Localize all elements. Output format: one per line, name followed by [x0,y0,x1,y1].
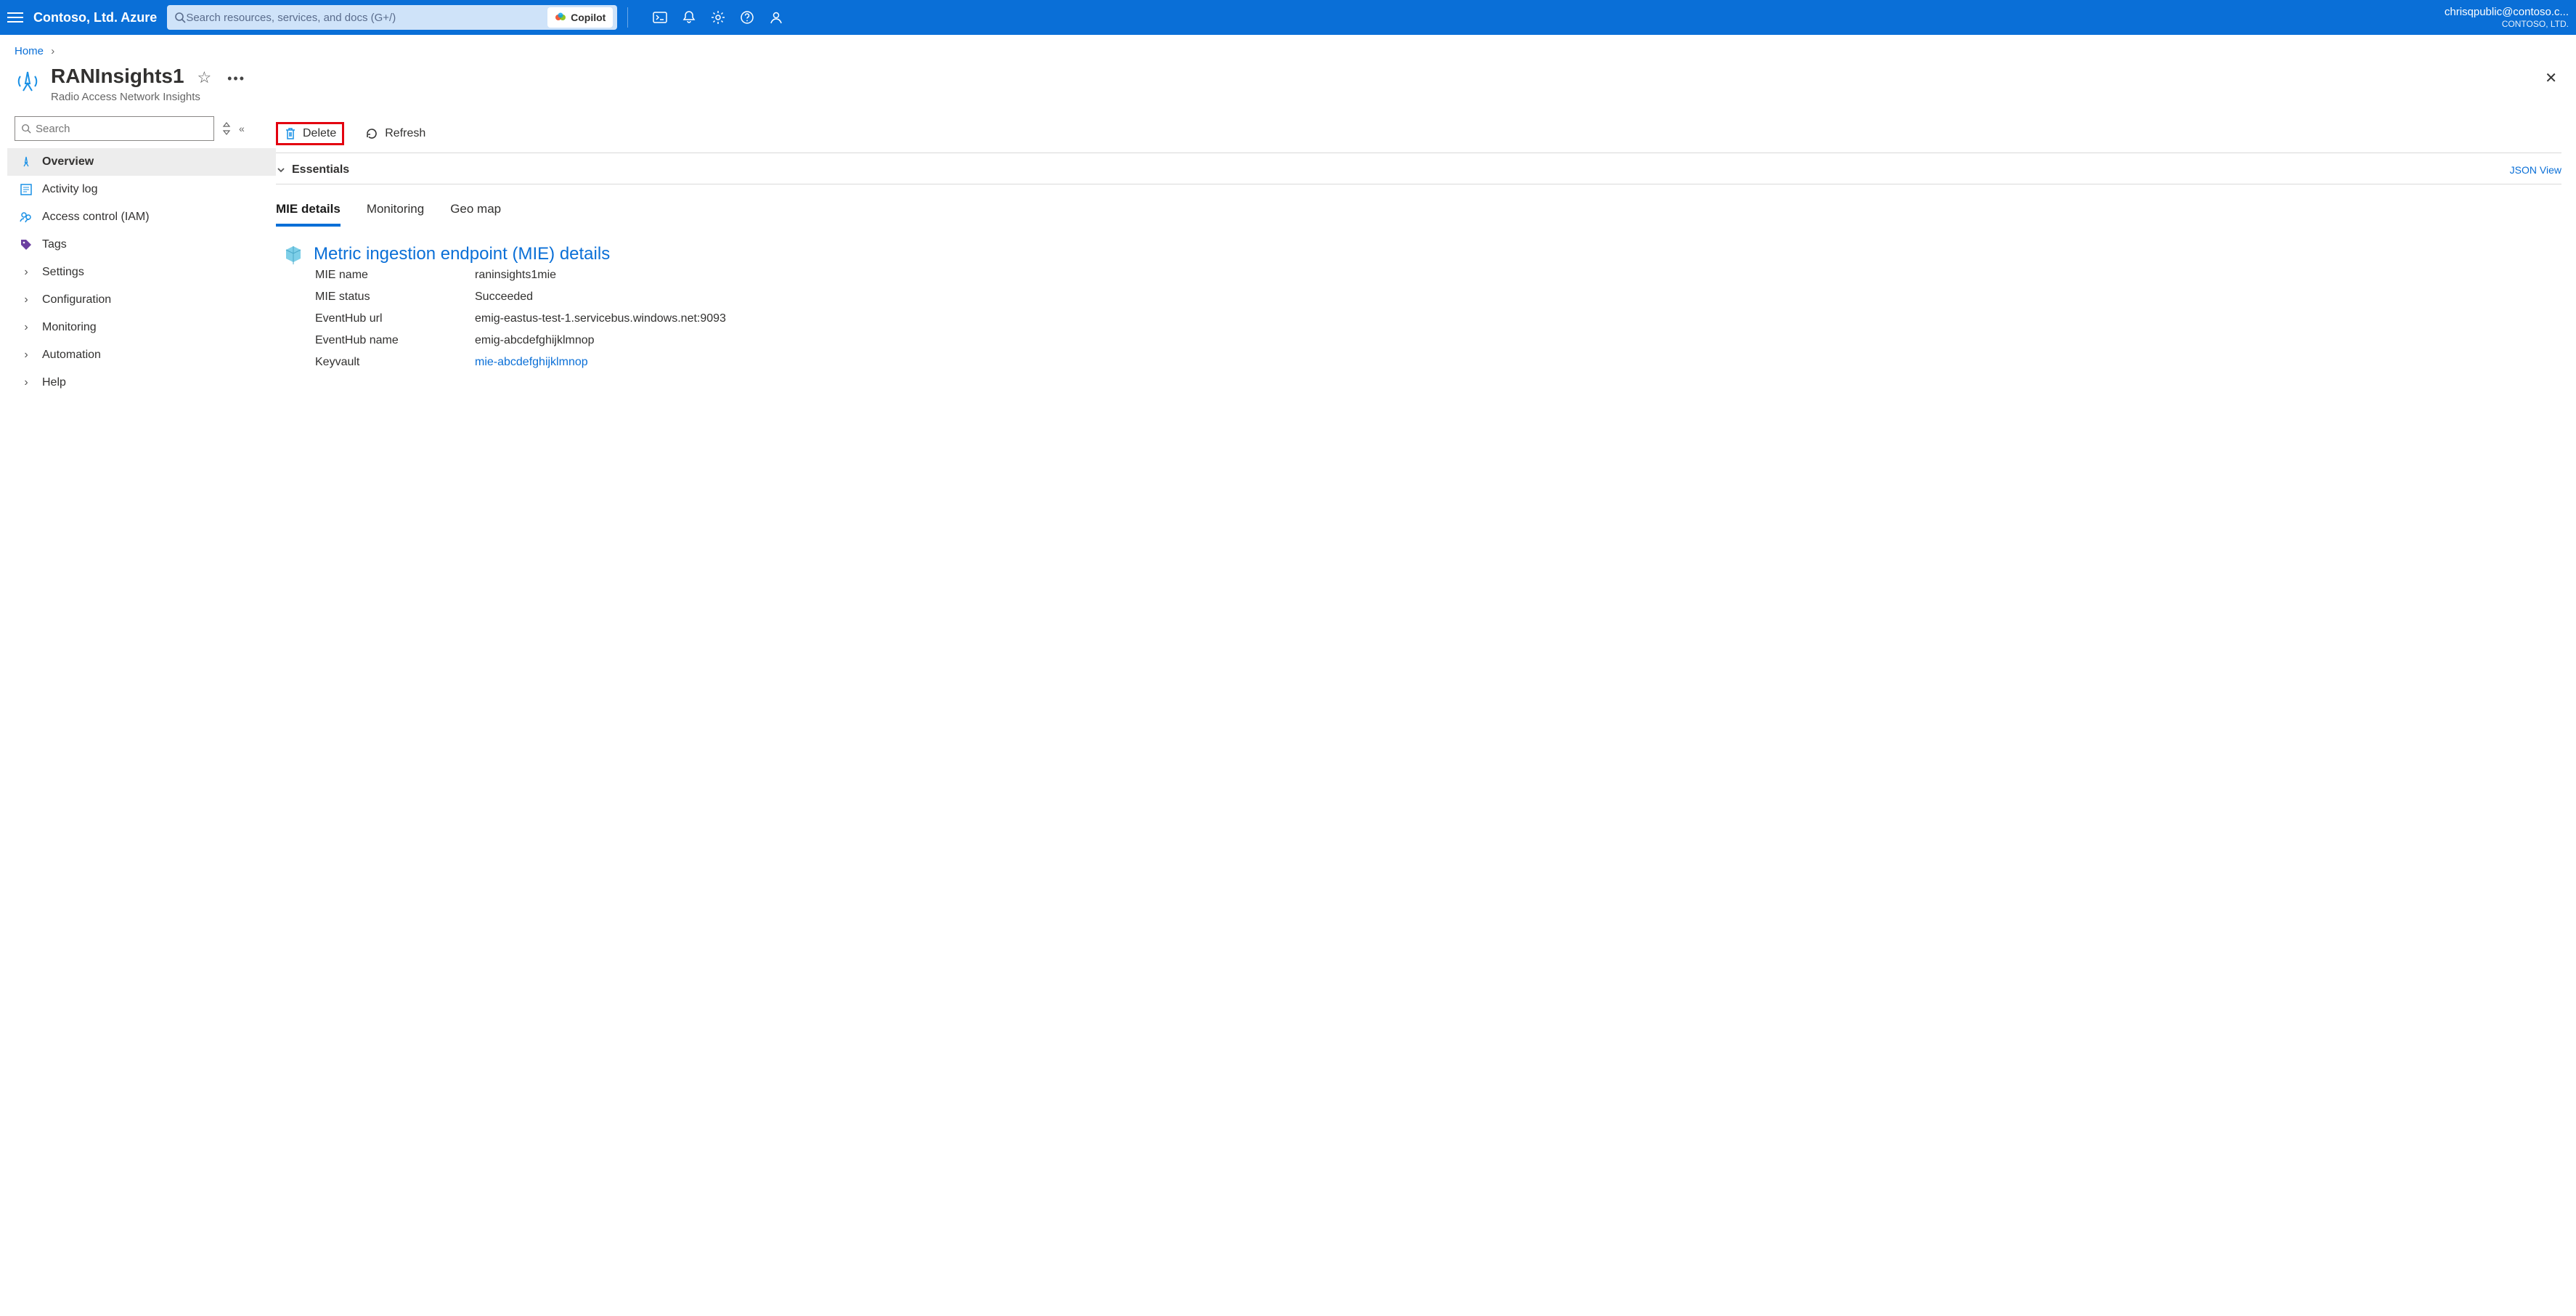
breadcrumb-home[interactable]: Home [15,45,44,57]
kv-row: EventHub urlemig-eastus-test-1.servicebu… [283,308,2561,330]
sidebar: « Overview Activity log Access control (… [0,116,276,397]
kv-key: EventHub url [315,312,475,325]
command-bar: Delete Refresh [276,116,2561,153]
kv-key: Keyvault [315,356,475,369]
resource-icon [15,69,41,95]
chevron-right-icon: › [19,266,33,279]
sidebar-item-configuration[interactable]: › Configuration [7,286,276,314]
hamburger-icon[interactable] [7,9,23,25]
kv-key: MIE status [315,291,475,304]
top-bar: Contoso, Ltd. Azure Copilot chrisqpublic… [0,0,2576,35]
tags-icon [19,238,33,251]
global-search[interactable]: Copilot [167,5,617,30]
sidebar-item-tags[interactable]: Tags [7,231,276,259]
sidebar-item-label: Help [42,376,66,389]
user-block[interactable]: chrisqpublic@contoso.c... CONTOSO, LTD. [2445,6,2569,29]
chevron-right-icon: › [51,45,54,57]
global-search-input[interactable] [186,12,547,24]
resource-subtitle: Radio Access Network Insights [51,91,245,103]
cloud-shell-icon[interactable] [653,10,667,25]
settings-icon[interactable] [711,10,725,25]
essentials-label: Essentials [292,163,349,176]
feedback-icon[interactable] [769,10,783,25]
sort-icon[interactable] [221,122,232,135]
tab-geo-map[interactable]: Geo map [450,198,501,227]
favorite-icon[interactable]: ☆ [197,68,211,86]
notifications-icon[interactable] [682,10,696,25]
user-email: chrisqpublic@contoso.c... [2445,6,2569,19]
divider [627,7,628,28]
tabs: MIE details Monitoring Geo map [276,184,2561,227]
activity-log-icon [19,183,33,196]
sidebar-item-label: Overview [42,155,94,168]
delete-icon [284,126,297,141]
chevron-down-icon[interactable] [276,165,286,175]
sidebar-item-label: Settings [42,266,84,279]
sidebar-item-label: Access control (IAM) [42,211,150,224]
sidebar-search[interactable] [15,116,214,141]
kv-value: emig-abcdefghijklmnop [475,334,595,347]
kv-row: EventHub nameemig-abcdefghijklmnop [283,330,2561,352]
sidebar-item-overview[interactable]: Overview [7,148,276,176]
kv-value: raninsights1mie [475,269,556,282]
sidebar-item-label: Configuration [42,293,111,306]
brand-label[interactable]: Contoso, Ltd. Azure [33,10,157,25]
tab-monitoring[interactable]: Monitoring [367,198,424,227]
sidebar-item-automation[interactable]: › Automation [7,341,276,369]
help-icon[interactable] [740,10,754,25]
sidebar-item-label: Automation [42,349,101,362]
tab-mie-details[interactable]: MIE details [276,198,341,227]
search-icon [174,12,186,23]
more-icon[interactable]: ••• [227,71,245,86]
kv-row: MIE statusSucceeded [283,286,2561,308]
sidebar-item-settings[interactable]: › Settings [7,259,276,286]
cube-icon [283,244,303,264]
sidebar-item-label: Monitoring [42,321,97,334]
sidebar-item-activity-log[interactable]: Activity log [7,176,276,203]
chevron-right-icon: › [19,376,33,389]
kv-value: Succeeded [475,291,533,304]
resource-title: RANInsights1 [51,65,184,88]
copilot-label: Copilot [571,12,606,23]
top-icons [653,10,783,25]
main-content: Delete Refresh Essentials JSON View MIE … [276,116,2576,373]
collapse-icon[interactable]: « [239,123,245,134]
sidebar-item-label: Tags [42,238,67,251]
json-view-link[interactable]: JSON View [2510,164,2561,176]
sidebar-search-input[interactable] [36,123,208,135]
refresh-label: Refresh [385,127,425,140]
kv-row: Keyvaultmie-abcdefghijklmnop [283,352,2561,373]
kv-row: MIE nameraninsights1mie [283,264,2561,286]
resource-header: RANInsights1 ☆ ••• Radio Access Network … [0,62,2576,116]
kv-key: MIE name [315,269,475,282]
title-block: RANInsights1 ☆ ••• Radio Access Network … [51,65,245,103]
delete-label: Delete [303,127,336,140]
copilot-button[interactable]: Copilot [547,7,613,28]
kv-key: EventHub name [315,334,475,347]
sidebar-item-monitoring[interactable]: › Monitoring [7,314,276,341]
access-control-icon [19,211,33,224]
overview-icon [19,155,33,168]
chevron-right-icon: › [19,349,33,362]
refresh-button[interactable]: Refresh [360,123,430,144]
search-icon [21,123,31,134]
mie-section: Metric ingestion endpoint (MIE) details … [276,227,2561,373]
close-icon[interactable]: ✕ [2540,65,2561,92]
sidebar-item-label: Activity log [42,183,97,196]
sidebar-item-access-control[interactable]: Access control (IAM) [7,203,276,231]
sidebar-item-help[interactable]: › Help [7,369,276,397]
refresh-icon [364,126,379,141]
chevron-right-icon: › [19,321,33,334]
mie-heading: Metric ingestion endpoint (MIE) details [314,244,610,264]
essentials-row: Essentials JSON View [276,153,2561,184]
kv-value-link[interactable]: mie-abcdefghijklmnop [475,356,588,369]
kv-value: emig-eastus-test-1.servicebus.windows.ne… [475,312,726,325]
chevron-right-icon: › [19,293,33,306]
breadcrumb: Home › [0,35,2576,62]
delete-button[interactable]: Delete [276,122,344,145]
user-org: CONTOSO, LTD. [2445,19,2569,29]
copilot-icon [555,12,566,23]
